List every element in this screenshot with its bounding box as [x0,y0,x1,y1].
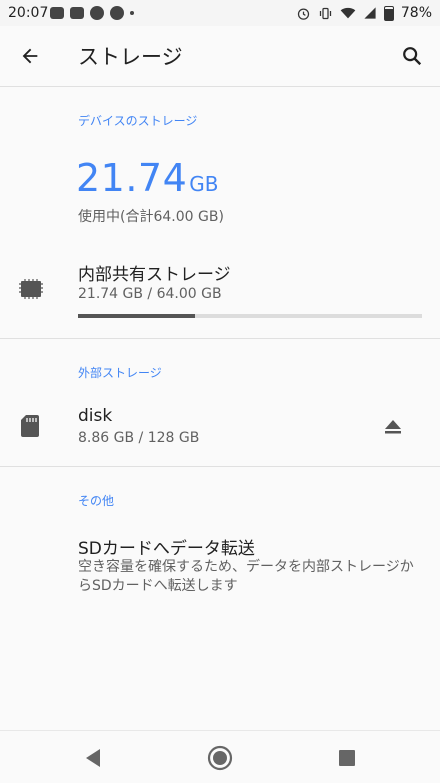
status-bar: 20:07 78% [0,0,440,26]
notification-icon [70,7,84,19]
eject-button[interactable] [378,412,408,442]
external-storage-row[interactable]: disk 8.86 GB / 128 GB [0,396,440,464]
notification-icons [50,6,134,20]
storage-summary: 使用中(合計64.00 GB) [78,209,224,225]
internal-storage-title: 内部共有ストレージ [78,265,231,285]
memory-chip-icon [19,279,43,299]
external-storage-name: disk [78,406,113,426]
nav-recents-button[interactable] [330,741,364,775]
device-storage-header: デバイスのストレージ [78,114,198,128]
page-title: ストレージ [78,45,183,69]
search-button[interactable] [384,26,440,86]
used-storage-total: 21.74 GB [76,156,219,200]
search-icon [403,47,422,66]
external-storage-detail: 8.86 GB / 128 GB [78,430,200,446]
navigation-bar [0,730,440,783]
nav-home-button[interactable] [203,741,237,775]
internal-storage-progress-fill [78,314,195,318]
used-storage-value: 21.74 [76,156,188,200]
notification-icon [90,6,104,20]
notification-icon [110,6,124,20]
external-storage-header: 外部ストレージ [78,366,162,380]
internal-storage-progress [78,314,422,318]
divider [0,338,440,339]
more-notifications-dot [130,11,134,15]
nav-home-icon [207,745,233,771]
status-time: 20:07 [8,5,49,21]
nav-back-button[interactable] [76,741,110,775]
wifi-icon [340,7,356,19]
app-bar: ストレージ [0,26,440,87]
divider [0,466,440,467]
battery-percent: 78% [400,5,432,21]
arrow-back-icon [22,48,38,64]
eject-icon [385,420,401,434]
used-storage-unit: GB [189,172,219,196]
nav-recents-icon [339,750,355,766]
nav-back-icon [86,749,100,767]
alarm-icon [297,8,309,20]
sd-card-icon [21,415,39,437]
internal-storage-row[interactable]: 内部共有ストレージ 21.74 GB / 64.00 GB [0,250,440,338]
transfer-to-sd-row[interactable]: SDカードへデータ転送 空き容量を確保するため、データを内部ストレージからSDカ… [0,524,440,608]
battery-icon [383,5,394,21]
notification-icon [50,7,64,19]
transfer-description: 空き容量を確保するため、データを内部ストレージからSDカードへ転送します [78,559,414,594]
transfer-title: SDカードへデータ転送 [78,539,255,559]
internal-storage-detail: 21.74 GB / 64.00 GB [78,286,222,302]
vibrate-icon [319,7,331,19]
back-button[interactable] [0,26,60,86]
signal-icon [364,7,376,19]
other-header: その他 [78,494,115,508]
